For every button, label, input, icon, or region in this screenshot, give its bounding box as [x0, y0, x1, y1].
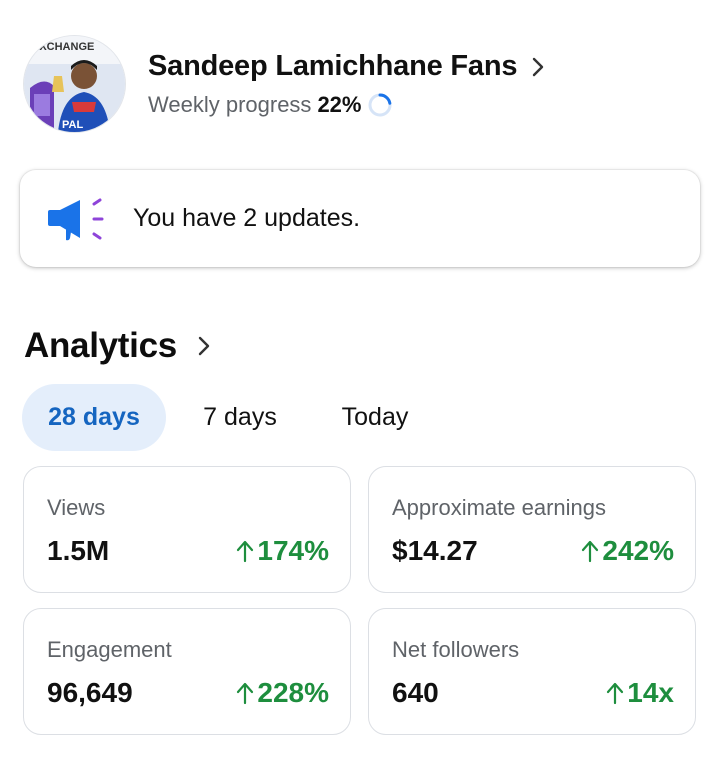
- stat-label: Approximate earnings: [392, 495, 607, 520]
- stat-value: 640: [392, 677, 439, 708]
- updates-card[interactable]: You have 2 updates.: [20, 170, 700, 267]
- chevron-right-icon: [198, 336, 210, 356]
- page-header: EXCHANGE PAL Sandeep Lamichhane Fans Wee…: [24, 36, 696, 132]
- arrow-up-icon: [237, 540, 254, 563]
- arrow-up-icon: [237, 682, 254, 705]
- megaphone-icon: [48, 198, 104, 241]
- tab-28-days[interactable]: 28 days: [22, 384, 166, 451]
- avatar-photo: EXCHANGE PAL: [24, 36, 125, 132]
- arrow-up-icon: [582, 540, 599, 563]
- progress-ring-icon: [368, 93, 392, 117]
- stat-value: 1.5M: [47, 535, 110, 566]
- weekly-progress-value: 22%: [317, 92, 362, 117]
- stat-change: 174%: [236, 535, 329, 567]
- tab-today[interactable]: Today: [314, 384, 436, 451]
- stat-change-value: 242%: [602, 535, 674, 566]
- stat-card-earnings[interactable]: Approximate earnings $14.27 242%: [368, 466, 696, 593]
- analytics-header-link[interactable]: Analytics: [24, 326, 211, 366]
- stat-change-value: 174%: [257, 535, 329, 566]
- stat-value: 96,649: [47, 677, 133, 708]
- tab-7-days[interactable]: 7 days: [166, 384, 314, 451]
- stat-label: Engagement: [47, 637, 172, 662]
- date-range-tabs: 28 days 7 days Today: [22, 384, 436, 451]
- avatar-badge-text: EXCHANGE: [32, 41, 94, 53]
- page-name-link[interactable]: Sandeep Lamichhane Fans: [148, 50, 545, 83]
- analytics-title: Analytics: [24, 326, 177, 365]
- avatar-country-text: PAL: [62, 119, 83, 131]
- updates-text: You have 2 updates.: [133, 204, 361, 232]
- page-avatar[interactable]: EXCHANGE PAL: [24, 36, 125, 132]
- stat-label: Net followers: [392, 637, 520, 662]
- arrow-up-icon: [607, 682, 624, 705]
- stat-card-net-followers[interactable]: Net followers 640 14x: [368, 608, 696, 735]
- stat-change: 242%: [581, 535, 674, 567]
- page-name: Sandeep Lamichhane Fans: [148, 50, 518, 82]
- stat-change-value: 228%: [257, 677, 329, 708]
- chevron-right-icon: [533, 57, 544, 76]
- stat-change: 228%: [236, 677, 329, 709]
- weekly-progress-label: Weekly progress: [148, 92, 312, 117]
- stat-change-value: 14x: [627, 677, 674, 708]
- stat-change: 14x: [606, 677, 674, 709]
- stat-value: $14.27: [392, 535, 478, 566]
- stat-card-engagement[interactable]: Engagement 96,649 228%: [23, 608, 351, 735]
- stat-card-views[interactable]: Views 1.5M 174%: [23, 466, 351, 593]
- weekly-progress: Weekly progress 22%: [148, 92, 393, 118]
- stat-label: Views: [47, 495, 106, 520]
